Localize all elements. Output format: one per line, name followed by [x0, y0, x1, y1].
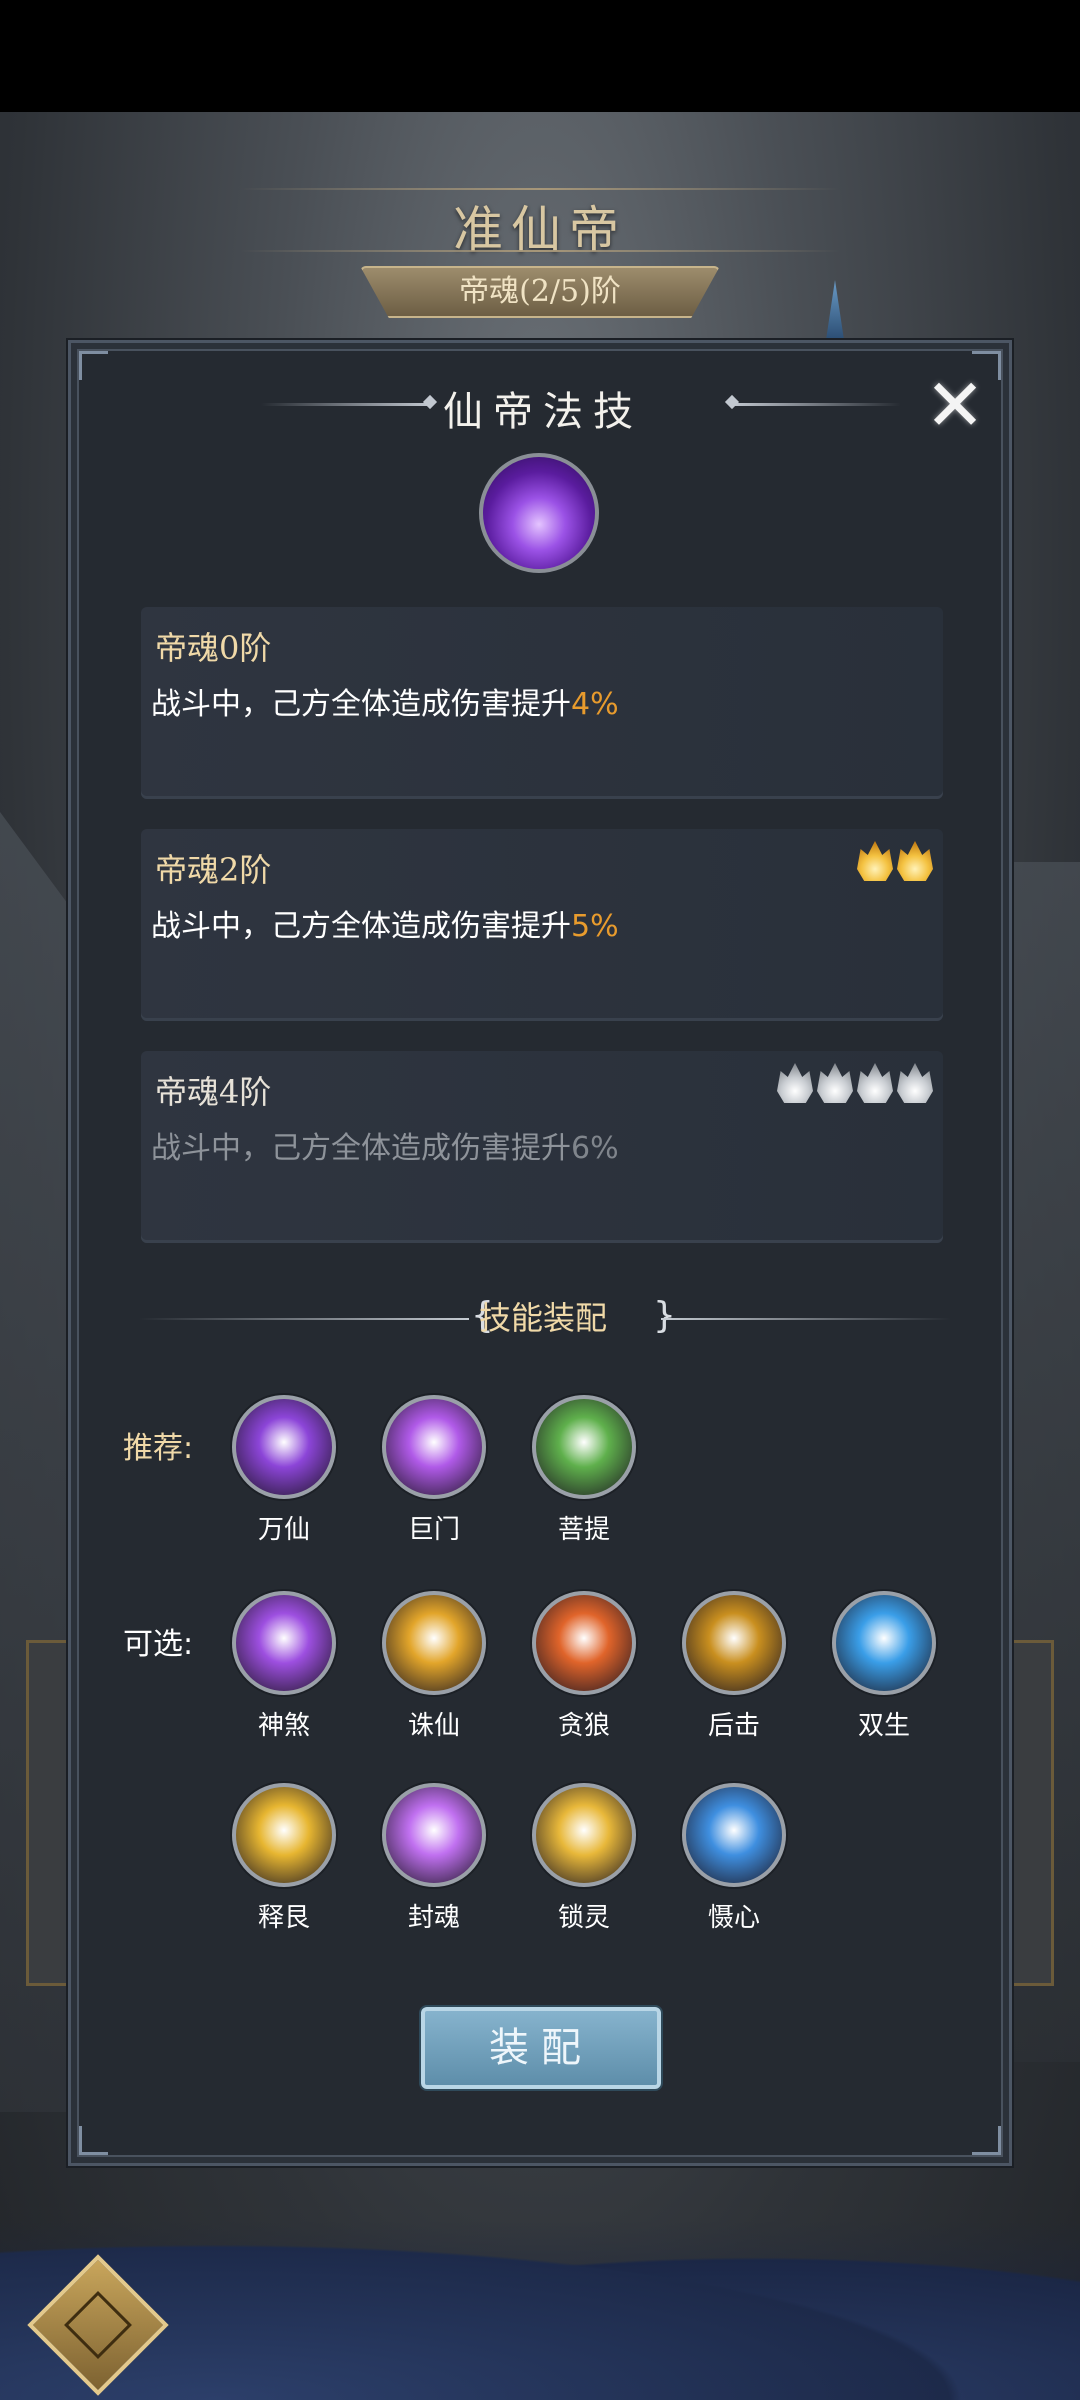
skill-slot[interactable]: 贪狼 [529, 1591, 639, 1742]
flame-icon [897, 1063, 933, 1103]
skill-slot[interactable]: 诛仙 [379, 1591, 489, 1742]
main-skill-icon [479, 453, 599, 573]
recommended-label: 推荐: [123, 1431, 194, 1466]
modal-title: 仙帝法技 [443, 389, 643, 435]
status-bar [0, 0, 1080, 112]
skill-modal: 仙帝法技 ✕ 帝魂0阶 战斗中，己方全体造成伤害提升4% 帝魂2阶 战斗中，己方… [68, 340, 1012, 2166]
tier-description: 战斗中，己方全体造成伤害提升6% [151, 1131, 619, 1166]
close-button[interactable]: ✕ [919, 369, 991, 441]
home-icon [64, 2291, 132, 2359]
skill-slot[interactable]: 万仙 [229, 1395, 339, 1546]
skill-name: 诛仙 [407, 1711, 460, 1741]
tier-description: 战斗中，己方全体造成伤害提升5% [151, 909, 619, 944]
bottom-clouds [0, 2220, 1080, 2400]
skill-slot[interactable]: 慑心 [679, 1783, 789, 1934]
corner-ornament [79, 351, 108, 380]
corner-ornament [79, 2126, 108, 2155]
tier-percent: 6% [571, 1131, 619, 1166]
tier-title: 帝魂4阶 [155, 1073, 272, 1111]
skill-name: 双生 [857, 1711, 910, 1741]
tier-percent: 4% [571, 687, 619, 722]
flame-icon [817, 1063, 853, 1103]
gold-pillar-icon [532, 1783, 636, 1887]
tier-card: 帝魂2阶 战斗中，己方全体造成伤害提升5% [141, 829, 943, 1021]
gold-strike-icon [682, 1591, 786, 1695]
equip-button[interactable]: 装配 [421, 2007, 661, 2089]
green-light-icon [532, 1395, 636, 1499]
skill-name: 神煞 [257, 1711, 310, 1741]
skill-name: 封魂 [407, 1903, 460, 1933]
blue-lotus-icon [682, 1783, 786, 1887]
flame-icon [897, 841, 933, 881]
fire-claw-icon [532, 1591, 636, 1695]
skill-name: 贪狼 [557, 1711, 610, 1741]
flame-icon [857, 841, 893, 881]
skill-name: 万仙 [257, 1515, 310, 1545]
tier-description: 战斗中，己方全体造成伤害提升4% [151, 687, 619, 722]
skill-slot[interactable]: 神煞 [229, 1591, 339, 1742]
rank-progress-plaque: 帝魂(2/5)阶 [360, 266, 720, 318]
skill-name: 锁灵 [557, 1903, 610, 1933]
tier-card: 帝魂4阶 战斗中，己方全体造成伤害提升6% [141, 1051, 943, 1243]
skill-slot[interactable]: 释艮 [229, 1783, 339, 1934]
section-divider-right [661, 1318, 951, 1320]
flame-icon [857, 1063, 893, 1103]
section-title: 技能装配 [478, 1299, 607, 1337]
purple-claw-icon [232, 1591, 336, 1695]
blue-swirl-icon [832, 1591, 936, 1695]
tier-title: 帝魂0阶 [155, 629, 272, 667]
purple-portal-icon [382, 1395, 486, 1499]
gold-shield-icon [232, 1783, 336, 1887]
tier-title: 帝魂2阶 [155, 851, 272, 889]
tier-percent: 5% [571, 909, 619, 944]
corner-ornament [972, 2126, 1001, 2155]
skill-slot[interactable]: 双生 [829, 1591, 939, 1742]
tier-card: 帝魂0阶 战斗中，己方全体造成伤害提升4% [141, 607, 943, 799]
skill-slot[interactable]: 锁灵 [529, 1783, 639, 1934]
flame-rating [777, 1063, 933, 1103]
skill-name: 巨门 [407, 1515, 460, 1545]
optional-label: 可选: [123, 1627, 194, 1662]
title-ornament-right [731, 403, 901, 406]
rank-divider-bottom [240, 250, 840, 252]
skill-slot[interactable]: 后击 [679, 1591, 789, 1742]
purple-seal-icon [382, 1783, 486, 1887]
skill-name: 慑心 [707, 1903, 760, 1933]
skill-name: 释艮 [257, 1903, 310, 1933]
flame-rating [857, 841, 933, 881]
skill-slot[interactable]: 封魂 [379, 1783, 489, 1934]
purple-check-icon [232, 1395, 336, 1499]
bracket-right-icon: } [653, 1295, 676, 1336]
skill-name: 后击 [707, 1711, 760, 1741]
flame-icon [777, 1063, 813, 1103]
skill-slot[interactable]: 巨门 [379, 1395, 489, 1546]
skill-name: 菩提 [557, 1515, 610, 1545]
skill-slot[interactable]: 菩提 [529, 1395, 639, 1546]
gold-slash-icon [382, 1591, 486, 1695]
